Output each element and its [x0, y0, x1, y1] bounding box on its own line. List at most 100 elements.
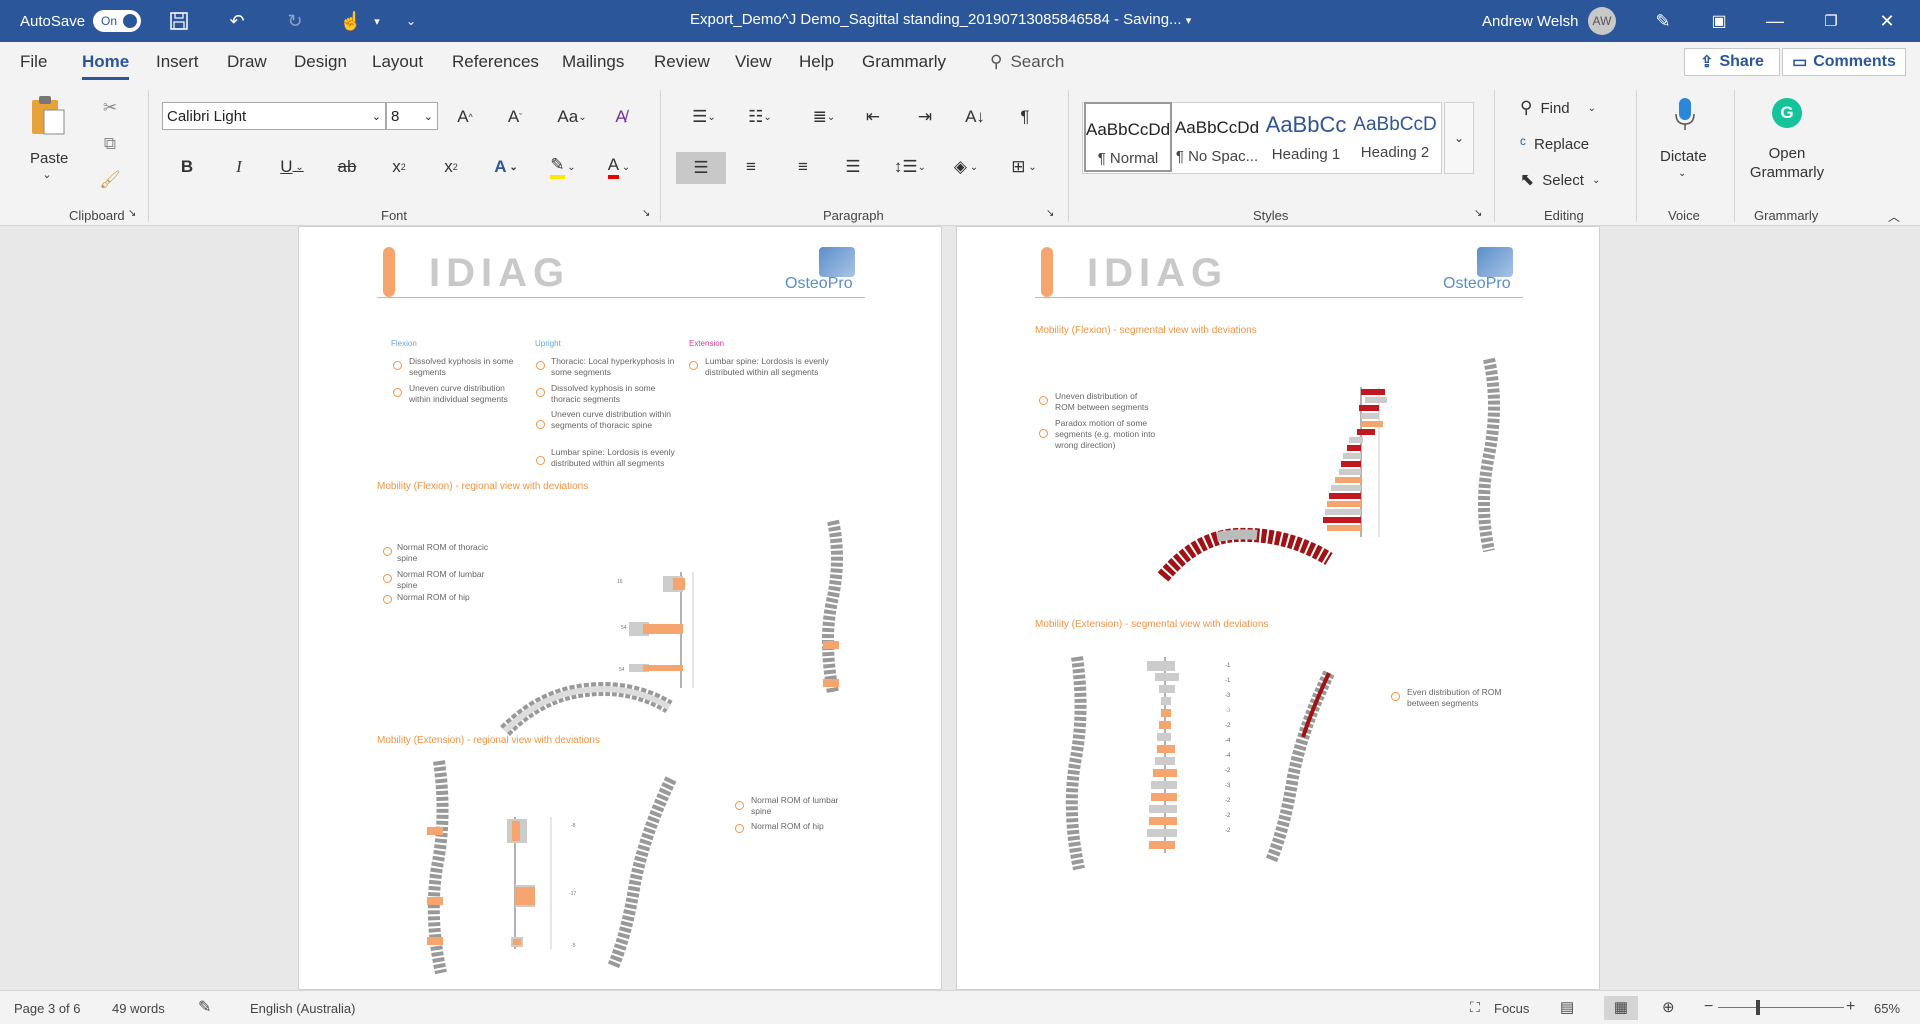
- tab-insert[interactable]: Insert: [156, 52, 199, 72]
- zoom-slider[interactable]: [1718, 1007, 1844, 1008]
- format-painter-icon[interactable]: 🖌: [98, 168, 122, 192]
- align-left-icon[interactable]: ☰: [676, 152, 726, 184]
- bold-icon[interactable]: B: [174, 154, 200, 180]
- font-color-icon[interactable]: A ⌄: [598, 154, 640, 180]
- zoom-slider-thumb[interactable]: [1756, 1000, 1760, 1015]
- page-3[interactable]: IDIAG OsteoPro Flexion Dissolved kyphosi…: [298, 226, 942, 990]
- restore-icon[interactable]: ❐: [1808, 0, 1854, 42]
- open-grammarly-label[interactable]: Open Grammarly: [1748, 144, 1826, 182]
- tab-references[interactable]: References: [452, 52, 539, 72]
- word-count[interactable]: 49 words: [112, 1001, 165, 1016]
- undo-icon[interactable]: ↶: [222, 8, 252, 34]
- avatar[interactable]: AW: [1588, 7, 1616, 35]
- paste-icon[interactable]: [26, 94, 70, 138]
- web-layout-icon[interactable]: ⊕: [1662, 998, 1675, 1016]
- document-area[interactable]: IDIAG OsteoPro Flexion Dissolved kyphosi…: [0, 226, 1920, 990]
- save-icon[interactable]: [164, 8, 194, 34]
- style-heading-1[interactable]: AaBbCc Heading 1: [1262, 102, 1350, 172]
- highlight-icon[interactable]: ✎ ⌄: [542, 154, 584, 180]
- tab-grammarly[interactable]: Grammarly: [862, 52, 946, 72]
- tab-review[interactable]: Review: [654, 52, 710, 72]
- redo-icon[interactable]: ↻: [280, 8, 310, 34]
- dictate-label[interactable]: Dictate: [1660, 148, 1707, 165]
- text-effects-icon[interactable]: A ⌄: [488, 154, 524, 180]
- numbering-icon[interactable]: ☷ ⌄: [742, 104, 778, 130]
- autosave-toggle[interactable]: On: [93, 10, 142, 32]
- read-mode-icon[interactable]: ▤: [1560, 998, 1574, 1016]
- strikethrough-icon[interactable]: ab: [334, 154, 360, 180]
- underline-icon[interactable]: U ⌄: [274, 154, 310, 180]
- collapse-ribbon-icon[interactable]: ︿: [1888, 208, 1900, 225]
- superscript-icon[interactable]: x2: [438, 154, 464, 180]
- font-launcher-icon[interactable]: ↘: [642, 208, 650, 219]
- styles-more-icon[interactable]: ⌄: [1444, 102, 1474, 174]
- copy-icon[interactable]: ⧉: [98, 132, 122, 156]
- bullets-icon[interactable]: ☰ ⌄: [686, 104, 722, 130]
- select-button[interactable]: ⬉ Select ⌄: [1520, 168, 1600, 192]
- borders-icon[interactable]: ⊞ ⌄: [1002, 154, 1046, 180]
- style-heading-2[interactable]: AaBbCcD Heading 2: [1351, 102, 1439, 172]
- pen-icon[interactable]: ✎: [1640, 0, 1686, 42]
- align-right-icon[interactable]: ≡: [790, 154, 816, 180]
- tab-home[interactable]: Home: [82, 52, 130, 80]
- subscript-icon[interactable]: x2: [386, 154, 412, 180]
- shading-icon[interactable]: ◈ ⌄: [946, 154, 986, 180]
- focus-label[interactable]: Focus: [1494, 1001, 1529, 1016]
- language[interactable]: English (Australia): [250, 1001, 356, 1016]
- zoom-level[interactable]: 65%: [1874, 1001, 1900, 1016]
- justify-icon[interactable]: ☰: [840, 154, 866, 180]
- close-icon[interactable]: ✕: [1864, 0, 1910, 42]
- ribbon-display-icon[interactable]: ▣: [1696, 0, 1742, 42]
- line-spacing-icon[interactable]: ↕☰ ⌄: [890, 154, 930, 180]
- share-button[interactable]: ⇪ Share: [1684, 48, 1780, 76]
- italic-icon[interactable]: I: [226, 154, 252, 180]
- font-size-combo[interactable]: 8 ⌄: [386, 102, 438, 130]
- minimize-icon[interactable]: —: [1752, 0, 1798, 42]
- page-indicator[interactable]: Page 3 of 6: [14, 1001, 81, 1016]
- autosave[interactable]: AutoSave On: [20, 10, 142, 32]
- grow-font-icon[interactable]: A ^: [452, 104, 478, 130]
- find-button[interactable]: ⚲ Find ⌄: [1520, 96, 1596, 120]
- styles-launcher-icon[interactable]: ↘: [1474, 208, 1482, 219]
- shrink-font-icon[interactable]: Aˇ: [502, 104, 528, 130]
- replace-button[interactable]: ᶜ Replace: [1520, 132, 1589, 156]
- tab-design[interactable]: Design: [294, 52, 347, 72]
- customize-qat-icon[interactable]: ⌄: [396, 8, 426, 34]
- print-layout-icon[interactable]: ▦: [1604, 996, 1638, 1020]
- tab-view[interactable]: View: [735, 52, 772, 72]
- focus-icon[interactable]: ⛶: [1470, 999, 1480, 1016]
- document-title[interactable]: Export_Demo^J Demo_Sagittal standing_201…: [690, 11, 1191, 28]
- tab-mailings[interactable]: Mailings: [562, 52, 624, 72]
- style-normal[interactable]: AaBbCcDd ¶ Normal: [1084, 102, 1172, 172]
- tab-help[interactable]: Help: [799, 52, 834, 72]
- paste-dropdown-icon[interactable]: ⌄: [40, 168, 54, 181]
- multilevel-list-icon[interactable]: ≣ ⌄: [806, 104, 842, 130]
- zoom-in-icon[interactable]: +: [1846, 998, 1855, 1016]
- clipboard-launcher-icon[interactable]: ↘: [128, 208, 136, 219]
- zoom-out-icon[interactable]: −: [1704, 998, 1713, 1016]
- sort-icon[interactable]: A↓: [962, 104, 988, 130]
- increase-indent-icon[interactable]: ⇥: [912, 104, 938, 130]
- clear-formatting-icon[interactable]: A̸: [608, 104, 634, 130]
- dictate-dropdown-icon[interactable]: ⌄: [1678, 168, 1686, 179]
- page-4[interactable]: IDIAG OsteoPro Mobility (Flexion) - segm…: [956, 226, 1600, 990]
- grammarly-icon[interactable]: G: [1772, 98, 1802, 128]
- font-name-combo[interactable]: Calibri Light ⌄: [162, 102, 386, 130]
- touch-dropdown-icon[interactable]: ▾: [362, 8, 392, 34]
- user-name[interactable]: Andrew Welsh: [1482, 13, 1578, 30]
- paste-label[interactable]: Paste: [30, 150, 68, 167]
- comments-button[interactable]: ▭ Comments: [1782, 48, 1906, 76]
- search-box[interactable]: ⚲ Search: [990, 52, 1064, 72]
- tab-file[interactable]: File: [20, 52, 47, 72]
- show-formatting-icon[interactable]: ¶: [1012, 104, 1038, 130]
- tab-layout[interactable]: Layout: [372, 52, 423, 72]
- style-no-spacing[interactable]: AaBbCcDd ¶ No Spac...: [1173, 102, 1261, 172]
- tab-draw[interactable]: Draw: [227, 52, 267, 72]
- proofing-icon[interactable]: ✎: [198, 997, 211, 1017]
- microphone-icon[interactable]: [1670, 94, 1700, 134]
- change-case-icon[interactable]: Aa ⌄: [552, 104, 592, 130]
- paragraph-launcher-icon[interactable]: ↘: [1046, 208, 1054, 219]
- decrease-indent-icon[interactable]: ⇤: [860, 104, 886, 130]
- align-center-icon[interactable]: ≡: [738, 154, 764, 180]
- cut-icon[interactable]: ✂: [98, 96, 122, 120]
